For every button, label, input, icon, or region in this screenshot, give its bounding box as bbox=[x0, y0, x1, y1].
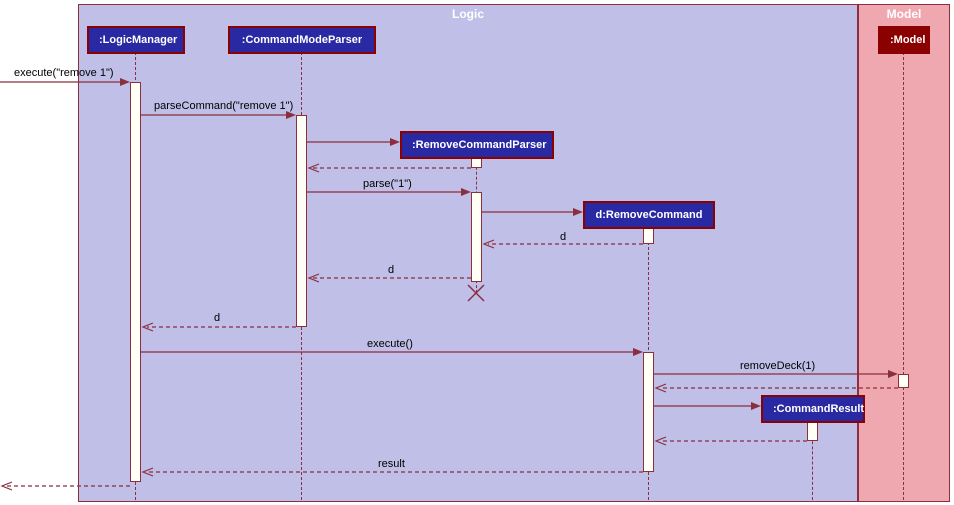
remove-deck-label: removeDeck(1) bbox=[740, 360, 815, 372]
return-d2-label: d bbox=[388, 264, 394, 276]
parse-command-msg-label: parseCommand("remove 1") bbox=[154, 100, 293, 112]
execute-msg-label: execute("remove 1") bbox=[14, 67, 114, 79]
remove-command-activation-1 bbox=[643, 228, 654, 244]
result-label: result bbox=[378, 458, 405, 470]
logic-frame-label: Logic bbox=[444, 5, 492, 23]
model-participant: :Model bbox=[878, 26, 930, 54]
model-lifeline bbox=[903, 52, 904, 500]
command-mode-parser-participant: :CommandModeParser bbox=[228, 26, 376, 54]
logic-frame: Logic bbox=[78, 4, 858, 502]
remove-command-parser-activation-1 bbox=[471, 158, 482, 168]
remove-command-parser-activation-2 bbox=[471, 192, 482, 282]
model-frame-label: Model bbox=[879, 5, 930, 23]
execute-call-label: execute() bbox=[367, 338, 413, 350]
command-result-participant: :CommandResult bbox=[761, 395, 865, 423]
command-result-activation bbox=[807, 421, 818, 441]
model-frame: Model bbox=[858, 4, 950, 502]
parse-msg-label: parse("1") bbox=[363, 178, 412, 190]
logic-manager-participant: :LogicManager bbox=[87, 26, 185, 54]
logic-manager-activation bbox=[130, 82, 141, 482]
command-mode-parser-activation bbox=[296, 115, 307, 327]
return-d3-label: d bbox=[214, 312, 220, 324]
remove-command-parser-participant: :RemoveCommandParser bbox=[400, 131, 554, 159]
return-d1-label: d bbox=[560, 231, 566, 243]
remove-command-participant: d:RemoveCommand bbox=[583, 201, 715, 229]
model-activation bbox=[898, 374, 909, 388]
remove-command-activation-2 bbox=[643, 352, 654, 472]
destroy-icon bbox=[466, 283, 486, 303]
